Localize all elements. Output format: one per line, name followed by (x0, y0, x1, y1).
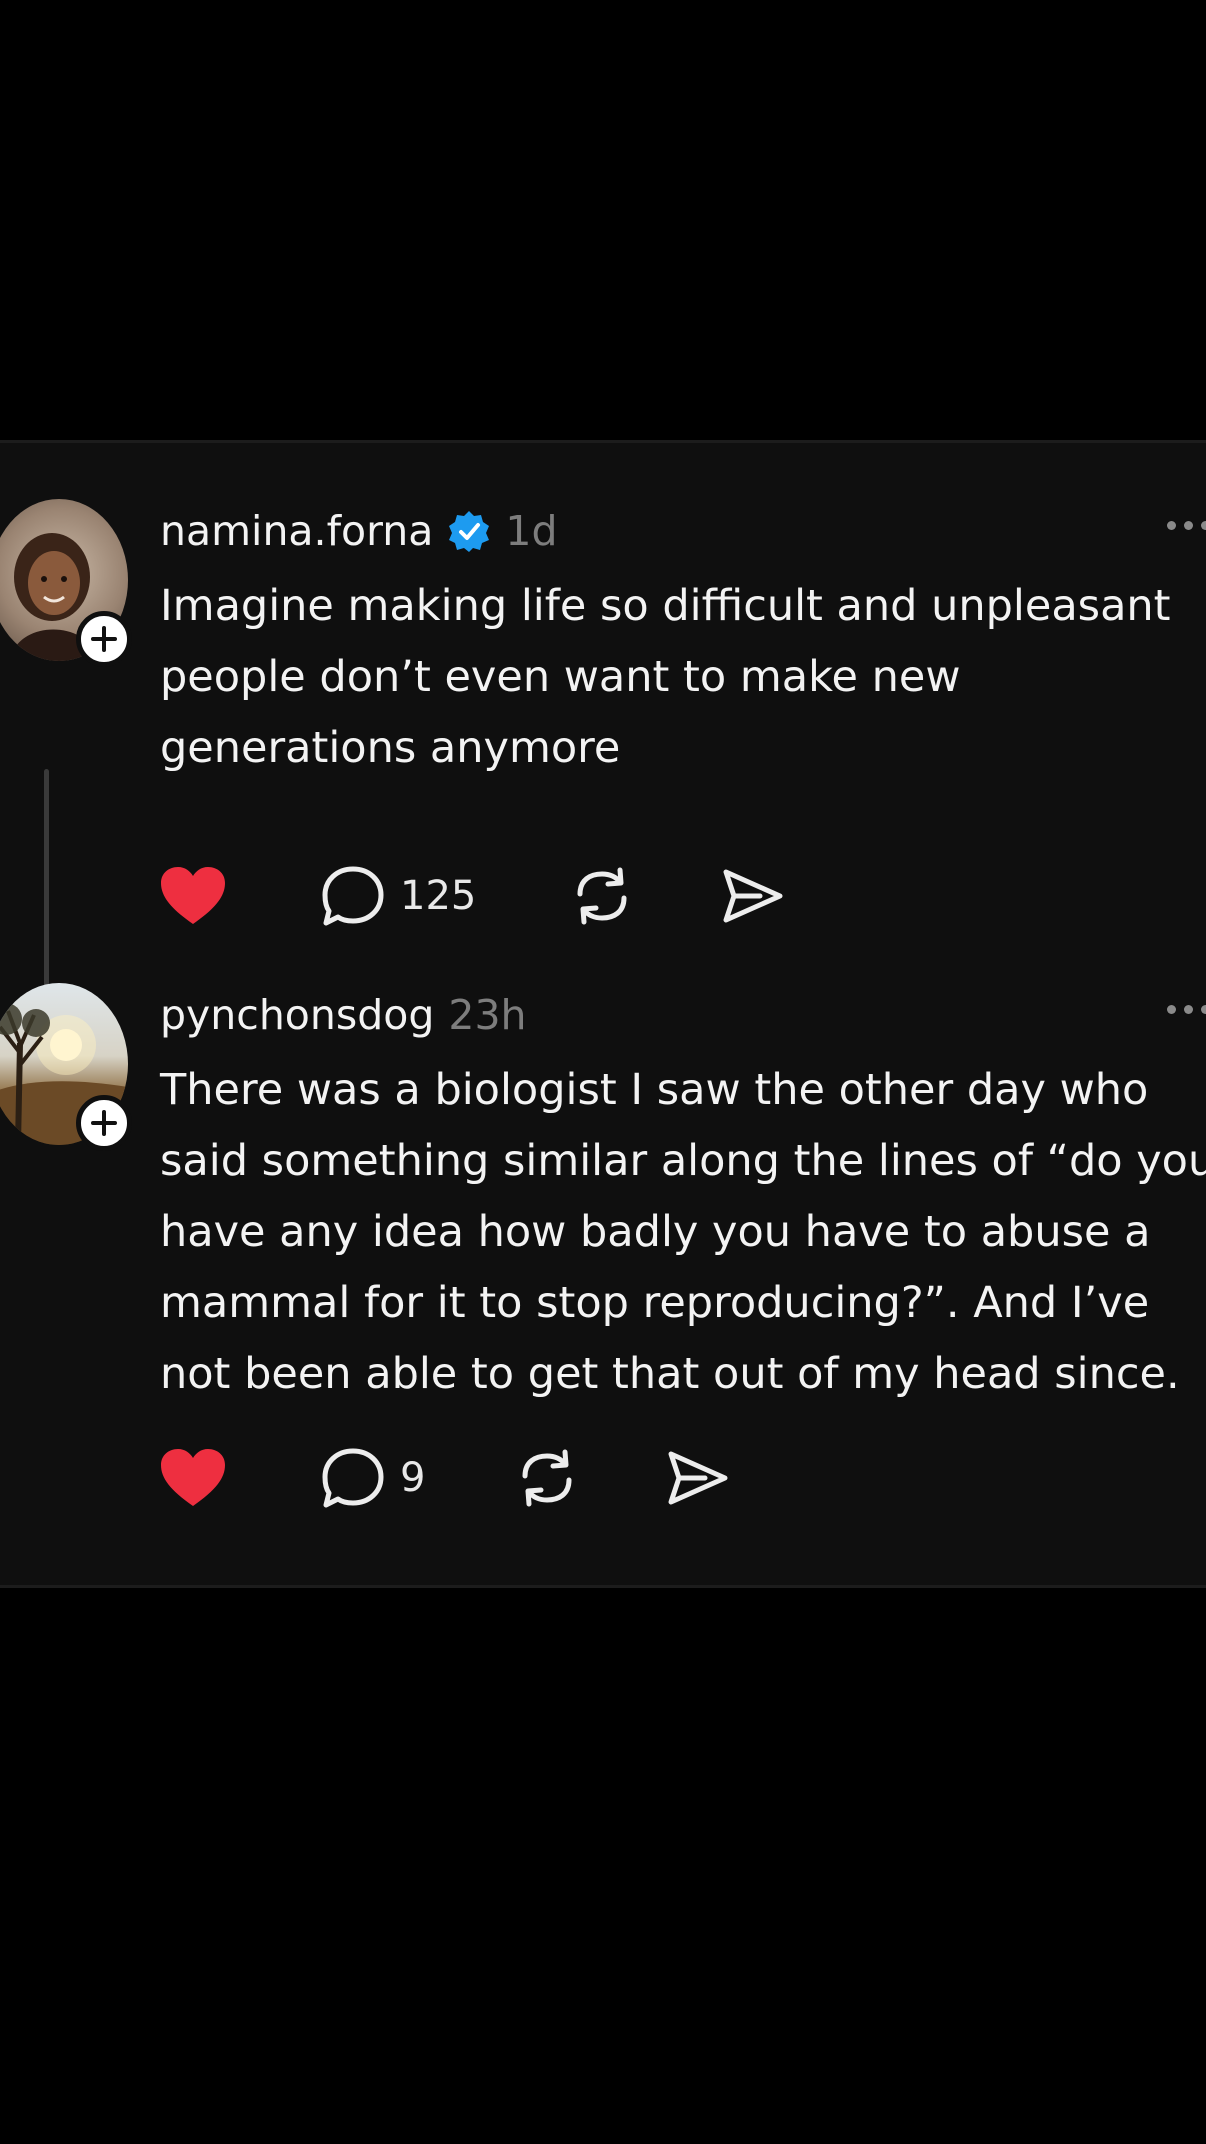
post-actions: 125 (160, 861, 786, 931)
send-icon (668, 1451, 728, 1505)
repost-icon (577, 867, 627, 925)
post-time: 1d (505, 507, 558, 555)
post-actions: 9 (160, 1443, 731, 1513)
plus-icon (91, 626, 117, 652)
share-button[interactable] (665, 1448, 731, 1508)
repost-icon (522, 1449, 572, 1507)
more-options-icon[interactable] (1167, 521, 1206, 530)
follow-button[interactable] (76, 1095, 132, 1151)
share-button[interactable] (720, 866, 786, 926)
post-header: pynchonsdog 23h (160, 991, 527, 1039)
like-button[interactable] (160, 866, 320, 926)
verified-badge-icon (449, 511, 490, 552)
reply-button[interactable]: 125 (320, 864, 570, 928)
post-time: 23h (448, 991, 527, 1039)
post: namina.forna 1d Imagine making life so d… (0, 499, 1206, 1004)
repost-button[interactable] (515, 1448, 665, 1508)
heart-filled-icon (161, 1449, 225, 1506)
plus-icon (91, 1110, 117, 1136)
thread-card: namina.forna 1d Imagine making life so d… (0, 440, 1206, 1588)
post-header: namina.forna 1d (160, 507, 557, 555)
reply-count: 125 (400, 873, 477, 919)
post-text: There was a biologist I saw the other da… (160, 1065, 1206, 1399)
heart-filled-icon (161, 867, 225, 924)
follow-button[interactable] (76, 611, 132, 667)
repost-button[interactable] (570, 866, 720, 926)
reply-count: 9 (400, 1455, 426, 1501)
comment-icon (322, 866, 384, 926)
like-button[interactable] (160, 1448, 320, 1508)
reply-button[interactable]: 9 (320, 1446, 515, 1510)
thread-connector-line (44, 769, 49, 1004)
more-options-icon[interactable] (1167, 1005, 1206, 1014)
send-icon (723, 869, 783, 923)
post-text: Imagine making life so difficult and unp… (160, 581, 1171, 773)
comment-icon (322, 1448, 384, 1508)
post: pynchonsdog 23h There was a biologist I … (0, 983, 1206, 1543)
username[interactable]: namina.forna (160, 507, 433, 555)
username[interactable]: pynchonsdog (160, 991, 434, 1039)
